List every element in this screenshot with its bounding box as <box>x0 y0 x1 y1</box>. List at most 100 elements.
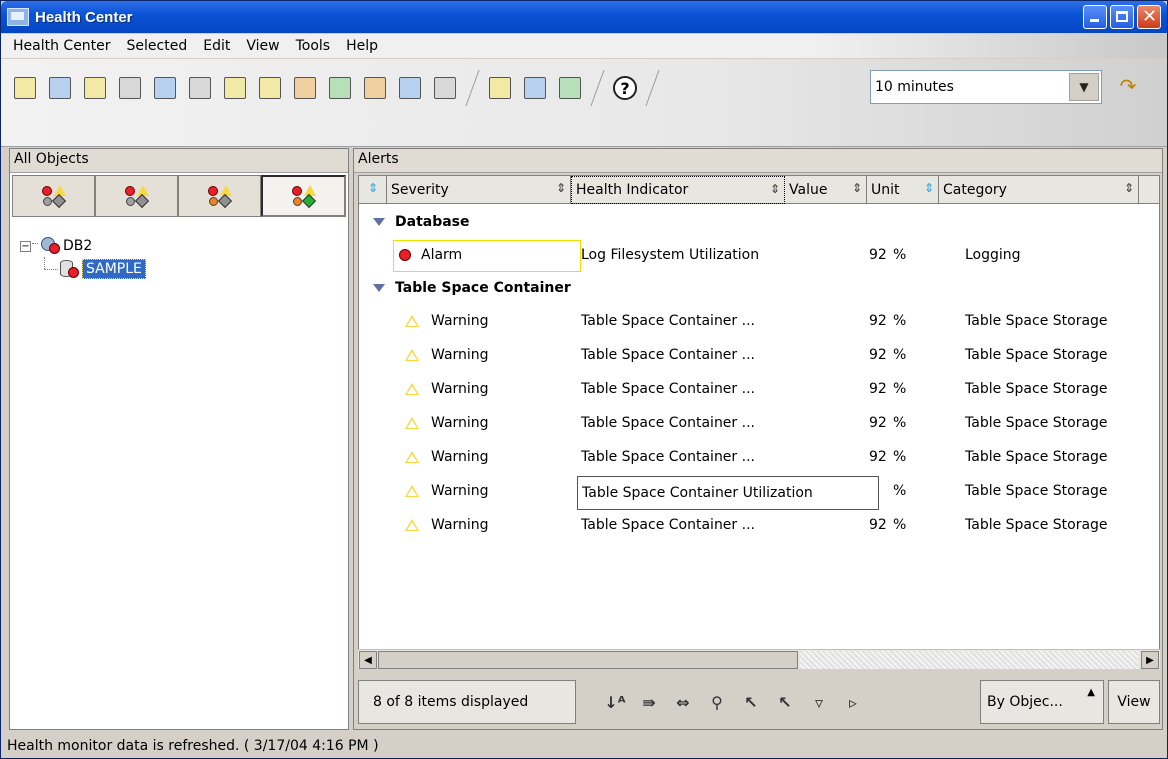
window-title: Health Center <box>35 8 133 26</box>
scroll-track[interactable] <box>800 651 1138 669</box>
warning-icon <box>405 519 419 531</box>
menu-health-center[interactable]: Health Center <box>1 38 119 54</box>
expand-triangle-icon <box>373 218 385 226</box>
table-row[interactable]: Warning Table Space Container ... 92 % T… <box>359 304 1159 338</box>
indicator-tooltip: Table Space Container Utilization <box>577 476 879 510</box>
minimize-button[interactable] <box>1083 5 1107 29</box>
filter-attention-button[interactable] <box>178 175 261 217</box>
replication-button[interactable] <box>361 74 389 102</box>
object-tree-button[interactable] <box>11 74 39 102</box>
close-icon: ✕ <box>1142 6 1158 27</box>
group-database[interactable]: Database <box>359 206 470 238</box>
column-unit[interactable]: Unit ⇕ <box>867 176 939 204</box>
app-icon <box>7 8 29 26</box>
expand-all-icon[interactable]: ▿ <box>808 691 830 713</box>
find-icon[interactable]: ⚲ <box>706 691 728 713</box>
menu-tools[interactable]: Tools <box>288 38 339 54</box>
column-more[interactable] <box>1139 176 1159 204</box>
scroll-thumb[interactable] <box>378 651 798 669</box>
column-health-indicator[interactable]: Health Indicator ⇕ <box>571 176 785 204</box>
script-button[interactable] <box>186 74 214 102</box>
column-selector[interactable]: ⇕ <box>359 176 387 204</box>
deselect-all-icon[interactable]: ↖ <box>774 691 796 713</box>
table-row[interactable]: Warning Table Space Container ... 92 % T… <box>359 508 1159 542</box>
journal-icon <box>224 77 246 99</box>
objects-icon <box>49 77 71 99</box>
object-tree-icon <box>14 77 36 99</box>
warning-filter-icon <box>124 184 149 209</box>
table-row[interactable]: Warning Table Space Container ... 92 % T… <box>359 406 1159 440</box>
menu-help[interactable]: Help <box>338 38 386 54</box>
satellite-button[interactable] <box>396 74 424 102</box>
chevron-up-icon: ▲ <box>1087 687 1095 698</box>
all-filter-icon <box>291 184 316 209</box>
hierarchy-button[interactable] <box>81 74 109 102</box>
maximize-button[interactable] <box>1110 5 1134 29</box>
notes-icon <box>259 77 281 99</box>
instance-icon <box>41 237 61 255</box>
column-severity[interactable]: Severity ⇕ <box>387 176 571 204</box>
chevron-down-icon[interactable]: ▼ <box>1069 73 1099 101</box>
sort-icon: ⇕ <box>769 182 780 196</box>
column-category[interactable]: Category ⇕ <box>939 176 1139 204</box>
help-button[interactable]: ? <box>611 74 639 102</box>
sort-az-icon[interactable]: ↓ᴬ <box>604 691 626 713</box>
health-button[interactable] <box>326 74 354 102</box>
select-all-icon[interactable]: ↖ <box>740 691 762 713</box>
command-button[interactable] <box>151 74 179 102</box>
tree-node-db2[interactable]: − DB2 <box>20 237 92 255</box>
console-icon <box>524 77 546 99</box>
all-objects-panel: All Objects − DB2 SAMPLE <box>9 148 349 730</box>
status-bar: Health monitor data is refreshed. ( 3/17… <box>7 738 379 754</box>
refresh-interval-select[interactable]: 10 minutes ▼ <box>870 70 1102 104</box>
menu-selected[interactable]: Selected <box>119 38 196 54</box>
column-value[interactable]: Value ⇕ <box>785 176 867 204</box>
all-objects-title: All Objects <box>10 149 348 173</box>
database-button[interactable] <box>116 74 144 102</box>
menu-view[interactable]: View <box>238 38 287 54</box>
refresh-interval-value: 10 minutes <box>875 79 954 95</box>
task-button[interactable] <box>486 74 514 102</box>
menu-bar: Health Center Selected Edit View Tools H… <box>1 34 1167 58</box>
table-row[interactable]: Warning Table Space Container ... 92 % T… <box>359 372 1159 406</box>
database-icon <box>60 259 80 279</box>
refresh-icon[interactable]: ↷ <box>1117 74 1139 98</box>
scroll-right-icon[interactable]: ▶ <box>1141 651 1159 669</box>
scroll-left-icon[interactable]: ◀ <box>359 651 377 669</box>
objects-button[interactable] <box>46 74 74 102</box>
close-button[interactable]: ✕ <box>1137 5 1161 29</box>
console-button[interactable] <box>521 74 549 102</box>
customize-columns-icon[interactable]: ⇔ <box>672 691 694 713</box>
table-row[interactable]: Warning Table Space Container ... 92 % T… <box>359 338 1159 372</box>
sort-icon: ⇕ <box>367 181 378 195</box>
warning-icon <box>405 451 419 463</box>
view-button[interactable]: View <box>1108 680 1160 724</box>
filter-warning-button[interactable] <box>95 175 178 217</box>
menu-edit[interactable]: Edit <box>195 38 238 54</box>
alarm-filter-icon <box>41 184 66 209</box>
filter-alarm-button[interactable] <box>12 175 95 217</box>
table-row[interactable]: Alarm Log Filesystem Utilization 92 % Lo… <box>359 238 1159 272</box>
license-button[interactable] <box>291 74 319 102</box>
collapse-icon[interactable]: − <box>20 240 31 252</box>
warning-icon <box>405 349 419 361</box>
alarm-icon <box>399 249 411 261</box>
tree-node-sample[interactable]: SAMPLE <box>60 259 146 279</box>
script-icon <box>189 77 211 99</box>
collapse-all-icon[interactable]: ▹ <box>842 691 864 713</box>
notes-button[interactable] <box>256 74 284 102</box>
toolbar: ? 10 minutes ▼ ↷ <box>1 59 1167 147</box>
filter-icon[interactable]: ⇛ <box>638 691 660 713</box>
group-by-select[interactable]: By Objec... ▲ <box>980 680 1104 724</box>
group-table-space-container[interactable]: Table Space Container <box>359 272 571 304</box>
list-button[interactable] <box>556 74 584 102</box>
sort-icon: ⇕ <box>555 181 566 195</box>
warning-icon <box>405 383 419 395</box>
storage-button[interactable] <box>431 74 459 102</box>
warning-icon <box>405 485 419 497</box>
table-row[interactable]: Warning Table Space Container ... 92 % T… <box>359 440 1159 474</box>
filter-all-button[interactable] <box>261 175 346 217</box>
horizontal-scrollbar[interactable]: ◀ ▶ <box>358 649 1160 669</box>
warning-icon <box>405 315 419 327</box>
journal-button[interactable] <box>221 74 249 102</box>
